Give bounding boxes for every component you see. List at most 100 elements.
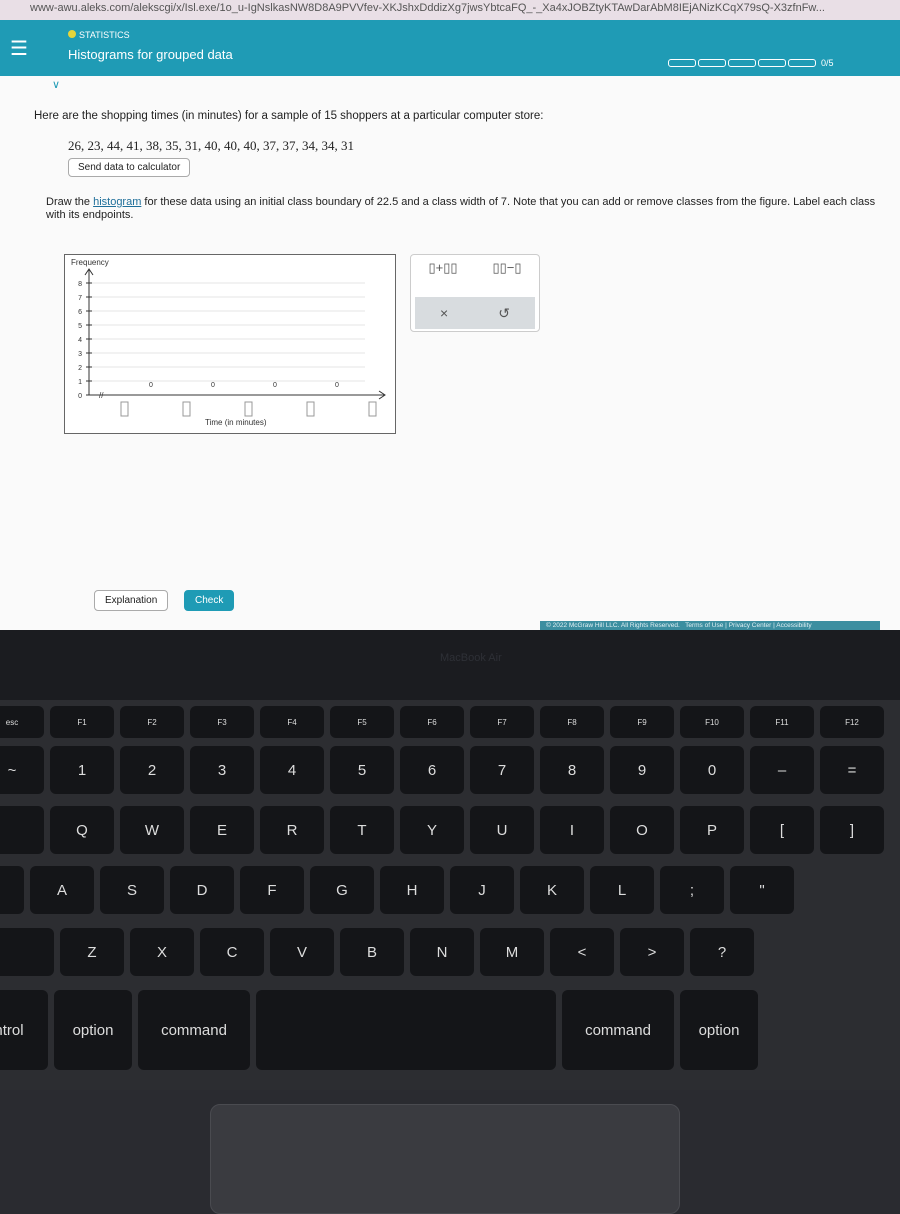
- key-x[interactable]: X: [130, 928, 194, 976]
- key-k[interactable]: K: [520, 866, 584, 914]
- key-f5[interactable]: F5: [330, 706, 394, 738]
- key-l[interactable]: L: [590, 866, 654, 914]
- hamburger-menu-icon[interactable]: ☰: [10, 36, 28, 61]
- key-y[interactable]: Y: [400, 806, 464, 854]
- key-t[interactable]: T: [330, 806, 394, 854]
- axis-break-icon: //: [99, 391, 104, 400]
- key-f8[interactable]: F8: [540, 706, 604, 738]
- y-tick-label: 4: [78, 337, 82, 344]
- key-f10[interactable]: F10: [680, 706, 744, 738]
- key-command[interactable]: command: [138, 990, 250, 1070]
- send-data-button[interactable]: Send data to calculator: [68, 158, 191, 177]
- key-z[interactable]: Z: [60, 928, 124, 976]
- key-n[interactable]: N: [410, 928, 474, 976]
- key-f11[interactable]: F11: [750, 706, 814, 738]
- endpoint-input[interactable]: [306, 401, 315, 417]
- endpoint-input[interactable]: [120, 401, 129, 417]
- data-values: 26, 23, 44, 41, 38, 35, 31, 40, 40, 40, …: [68, 138, 354, 153]
- x-axis-label: Time (in minutes): [205, 418, 267, 427]
- collapse-chevron-icon[interactable]: ∨: [52, 78, 60, 91]
- key-0[interactable]: 0: [680, 746, 744, 794]
- histogram-link[interactable]: histogram: [93, 196, 141, 208]
- y-tick-label: 8: [78, 281, 82, 288]
- key-ntrol[interactable]: ntrol: [0, 990, 48, 1070]
- key-f2[interactable]: F2: [120, 706, 184, 738]
- key-a[interactable]: A: [30, 866, 94, 914]
- key-m[interactable]: M: [480, 928, 544, 976]
- key-ck[interactable]: ck: [0, 866, 24, 914]
- key-blank[interactable]: [0, 928, 54, 976]
- key-b[interactable]: B: [340, 928, 404, 976]
- trackpad[interactable]: [210, 1104, 680, 1214]
- key-1[interactable]: 1: [50, 746, 114, 794]
- endpoint-input[interactable]: [244, 401, 253, 417]
- key-i[interactable]: I: [540, 806, 604, 854]
- clear-icon[interactable]: ×: [440, 305, 448, 321]
- key-2[interactable]: 2: [120, 746, 184, 794]
- key-symbol[interactable]: ~: [0, 746, 44, 794]
- terms-link[interactable]: Terms of Use: [685, 622, 723, 629]
- key-f6[interactable]: F6: [400, 706, 464, 738]
- key-esc[interactable]: esc: [0, 706, 44, 738]
- copyright: © 2022 McGraw Hill LLC. All Rights Reser…: [546, 622, 680, 629]
- key-6[interactable]: 6: [400, 746, 464, 794]
- explanation-button[interactable]: Explanation: [94, 590, 169, 611]
- instr-text: for these data using an initial class bo…: [46, 196, 876, 221]
- key-7[interactable]: 7: [470, 746, 534, 794]
- key-w[interactable]: W: [120, 806, 184, 854]
- endpoint-input[interactable]: [368, 401, 377, 417]
- key-4[interactable]: 4: [260, 746, 324, 794]
- key-symbol[interactable]: ": [730, 866, 794, 914]
- address-bar[interactable]: www-awu.aleks.com/alekscgi/x/Isl.exe/1o_…: [0, 0, 900, 20]
- key-symbol[interactable]: [: [750, 806, 814, 854]
- key-d[interactable]: D: [170, 866, 234, 914]
- key-u[interactable]: U: [470, 806, 534, 854]
- remove-class-button[interactable]: ▯▯−▯: [492, 260, 521, 276]
- key-e[interactable]: E: [190, 806, 254, 854]
- privacy-link[interactable]: Privacy Center: [729, 622, 772, 629]
- key-f3[interactable]: F3: [190, 706, 254, 738]
- key-symbol[interactable]: ;: [660, 866, 724, 914]
- key-r[interactable]: R: [260, 806, 324, 854]
- key-f9[interactable]: F9: [610, 706, 674, 738]
- y-tick-label: 3: [78, 351, 82, 358]
- endpoint-input[interactable]: [182, 401, 191, 417]
- check-button[interactable]: Check: [184, 590, 235, 611]
- key-option[interactable]: option: [680, 990, 758, 1070]
- key-symbol[interactable]: –: [750, 746, 814, 794]
- key-symbol[interactable]: ?: [690, 928, 754, 976]
- key-symbol[interactable]: >: [620, 928, 684, 976]
- key-g[interactable]: G: [310, 866, 374, 914]
- key-option[interactable]: option: [54, 990, 132, 1070]
- graph-toolbox: ▯+▯▯ ▯▯−▯ × ↺: [410, 254, 540, 332]
- key-blank[interactable]: [256, 990, 556, 1070]
- key-h[interactable]: H: [380, 866, 444, 914]
- key-j[interactable]: J: [450, 866, 514, 914]
- key-f[interactable]: F: [240, 866, 304, 914]
- histogram-graph[interactable]: Frequency Time (in minutes) 0 1 2 3 4 5 6 7 8 // 0…: [64, 254, 396, 434]
- progress-segment: [788, 59, 816, 67]
- key-c[interactable]: C: [200, 928, 264, 976]
- add-class-button[interactable]: ▯+▯▯: [428, 260, 457, 276]
- key-s[interactable]: S: [100, 866, 164, 914]
- key-f1[interactable]: F1: [50, 706, 114, 738]
- key-f4[interactable]: F4: [260, 706, 324, 738]
- key-f12[interactable]: F12: [820, 706, 884, 738]
- key-symbol[interactable]: ]: [820, 806, 884, 854]
- key-symbol[interactable]: =: [820, 746, 884, 794]
- key-blank[interactable]: [0, 806, 44, 854]
- accessibility-link[interactable]: Accessibility: [776, 622, 811, 629]
- key-v[interactable]: V: [270, 928, 334, 976]
- key-symbol[interactable]: <: [550, 928, 614, 976]
- key-8[interactable]: 8: [540, 746, 604, 794]
- key-3[interactable]: 3: [190, 746, 254, 794]
- key-f7[interactable]: F7: [470, 706, 534, 738]
- key-o[interactable]: O: [610, 806, 674, 854]
- key-p[interactable]: P: [680, 806, 744, 854]
- undo-icon[interactable]: ↺: [498, 305, 510, 322]
- y-tick-label: 5: [78, 323, 82, 330]
- key-q[interactable]: Q: [50, 806, 114, 854]
- key-5[interactable]: 5: [330, 746, 394, 794]
- key-9[interactable]: 9: [610, 746, 674, 794]
- key-command[interactable]: command: [562, 990, 674, 1070]
